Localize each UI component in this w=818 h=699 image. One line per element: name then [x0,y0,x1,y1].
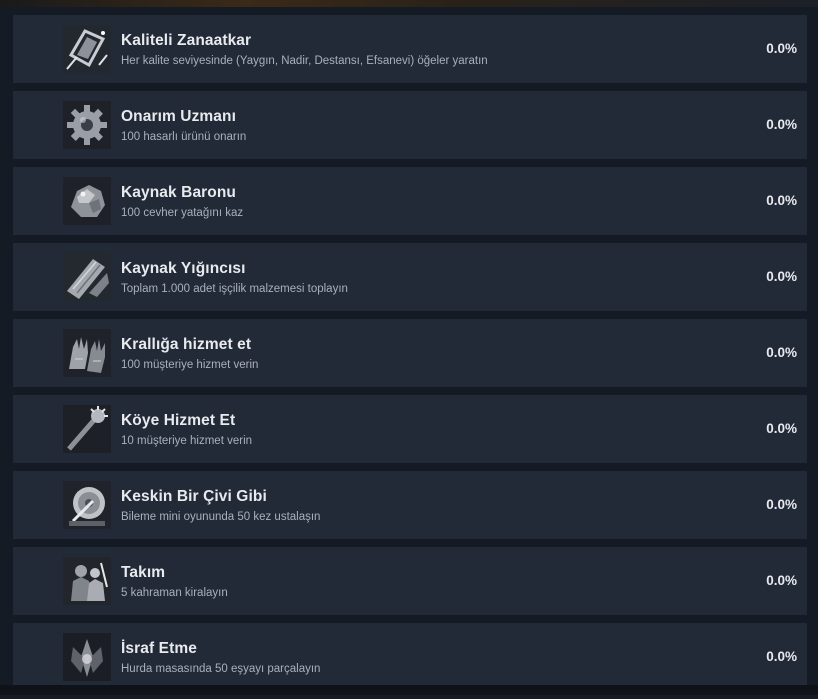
achievement-row[interactable]: Köye Hizmet Et 10 müşteriye hizmet verin… [13,395,807,463]
ore-icon [63,177,111,225]
achievement-title: Kaynak Baronu [121,184,236,201]
achievement-title: Takım [121,564,166,581]
achievement-percent: 0.0% [766,269,797,284]
achievement-description: 10 müşteriye hizmet verin [121,435,253,447]
achievement-description: 100 müşteriye hizmet verin [121,359,259,371]
achievement-row[interactable]: Takım 5 kahraman kiralayın 0.0% [13,547,807,615]
achievement-percent: 0.0% [766,497,797,512]
achievement-row[interactable]: Keskin Bir Çivi Gibi Bileme mini oyunund… [13,471,807,539]
achievement-description: Bileme mini oyununda 50 kez ustalaşın [121,511,321,523]
achievement-row[interactable]: Kaynak Baronu 100 cevher yatağını kaz 0.… [13,167,807,235]
achievement-description: Hurda masasında 50 eşyayı parçalayın [121,663,321,675]
gear-icon [63,101,111,149]
grindstone-icon [63,481,111,529]
bottom-strip [0,685,818,695]
achievement-percent: 0.0% [766,345,797,360]
achievement-title: Köye Hizmet Et [121,412,236,429]
achievement-title: İsraf Etme [121,640,197,657]
achievement-description: 5 kahraman kiralayın [121,587,228,599]
achievement-title: Onarım Uzmanı [121,108,236,125]
achievement-title: Keskin Bir Çivi Gibi [121,488,267,505]
top-banner-strip [0,0,818,7]
achievement-percent: 0.0% [766,573,797,588]
achievement-percent: 0.0% [766,117,797,132]
achievement-list: Kaliteli Zanaatkar Her kalite seviyesind… [13,15,807,699]
achievement-row[interactable]: Kaliteli Zanaatkar Her kalite seviyesind… [13,15,807,83]
achievement-row[interactable]: Krallığa hizmet et 100 müşteriye hizmet … [13,319,807,387]
achievement-row[interactable]: Kaynak Yığıncısı Toplam 1.000 adet işçil… [13,243,807,311]
crystal-frame-icon [63,25,111,73]
achievement-description: 100 cevher yatağını kaz [121,207,244,219]
scrap-icon [63,633,111,681]
achievement-description: Her kalite seviyesinde (Yaygın, Nadir, D… [121,55,488,67]
achievement-percent: 0.0% [766,649,797,664]
achievement-percent: 0.0% [766,41,797,56]
heroes-icon [63,557,111,605]
achievement-description: 100 hasarlı ürünü onarın [121,131,247,143]
achievement-percent: 0.0% [766,193,797,208]
gloves-icon [63,329,111,377]
achievement-description: Toplam 1.000 adet işçilik malzemesi topl… [121,283,348,295]
mace-icon [63,405,111,453]
achievement-title: Kaynak Yığıncısı [121,260,246,277]
achievement-title: Krallığa hizmet et [121,336,252,353]
lumber-icon [63,253,111,301]
achievement-row[interactable]: İsraf Etme Hurda masasında 50 eşyayı par… [13,623,807,691]
achievement-percent: 0.0% [766,421,797,436]
achievement-title: Kaliteli Zanaatkar [121,32,252,49]
achievement-row[interactable]: Onarım Uzmanı 100 hasarlı ürünü onarın 0… [13,91,807,159]
